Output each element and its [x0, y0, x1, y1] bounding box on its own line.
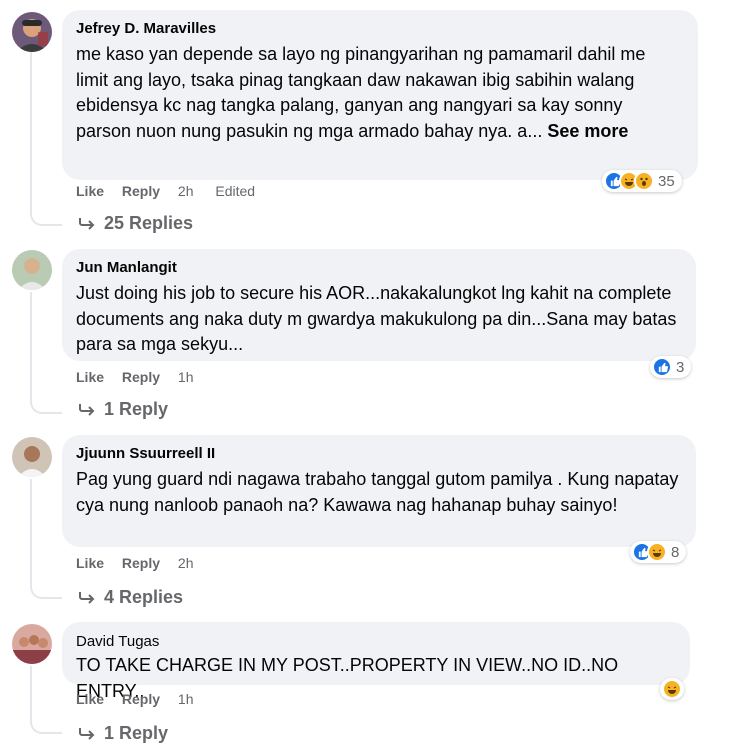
comment-text: Just doing his job to secure his AOR...n…: [76, 283, 677, 354]
reaction-count: 35: [658, 172, 675, 190]
reply-button[interactable]: Reply: [122, 555, 160, 571]
replies-label: 4 Replies: [104, 587, 184, 607]
reply-button[interactable]: Reply: [122, 691, 160, 707]
comment-text: me kaso yan depende sa layo ng pinangyar…: [76, 42, 682, 144]
reaction-summary[interactable]: 35: [602, 170, 682, 192]
avatar[interactable]: [12, 12, 52, 52]
see-more-link[interactable]: See more: [547, 121, 628, 141]
replies-label: 1 Reply: [104, 723, 169, 743]
avatar[interactable]: [12, 250, 52, 290]
comment-author[interactable]: Jun Manlangit: [76, 258, 680, 278]
reaction-count: 3: [676, 358, 685, 376]
comment-timestamp[interactable]: 1h: [178, 369, 194, 385]
comment-text: Pag yung guard ndi nagawa trabaho tangga…: [76, 469, 679, 515]
avatar-image: [12, 12, 52, 52]
like-button[interactable]: Like: [76, 369, 104, 385]
comment-timestamp[interactable]: 1h: [178, 691, 194, 707]
view-replies-button[interactable]: 1 Reply: [78, 722, 168, 744]
comment-actions: Like Reply 1h: [76, 368, 212, 386]
avatar-image: [12, 624, 52, 664]
like-reaction-icon: [652, 357, 672, 377]
reply-thread-line: [30, 666, 62, 734]
like-button[interactable]: Like: [76, 183, 104, 199]
view-replies-button[interactable]: 25 Replies: [78, 212, 193, 234]
replies-label: 1 Reply: [104, 399, 169, 419]
avatar[interactable]: [12, 437, 52, 477]
reply-arrow-icon: [79, 218, 95, 230]
avatar[interactable]: [12, 624, 52, 664]
view-replies-button[interactable]: 1 Reply: [78, 398, 168, 420]
comment-author[interactable]: David Tugas: [76, 632, 674, 652]
comment-actions: Like Reply 2h Edited: [76, 182, 255, 200]
view-replies-button[interactable]: 4 Replies: [78, 586, 183, 608]
reaction-summary[interactable]: 8: [630, 541, 687, 563]
edited-label: Edited: [215, 183, 256, 199]
haha-reaction-icon: [647, 542, 667, 562]
comment-bubble: Jjuunn Ssuurreell II Pag yung guard ndi …: [62, 435, 696, 547]
reply-thread-line: [30, 292, 62, 414]
comment-actions: Like Reply 2h: [76, 554, 212, 572]
comment-bubble: Jefrey D. Maravilles me kaso yan depende…: [62, 10, 698, 180]
reply-button[interactable]: Reply: [122, 369, 160, 385]
like-button[interactable]: Like: [76, 555, 104, 571]
reply-arrow-icon: [79, 404, 95, 416]
haha-reaction-icon: [662, 679, 682, 699]
comment-bubble: David Tugas TO TAKE CHARGE IN MY POST..P…: [62, 622, 690, 701]
comment-author[interactable]: Jefrey D. Maravilles: [76, 19, 682, 39]
replies-label: 25 Replies: [104, 213, 194, 233]
reply-button[interactable]: Reply: [122, 183, 160, 199]
comment-actions: Like Reply 1h: [76, 690, 212, 708]
wow-reaction-icon: [634, 171, 654, 191]
avatar-image: [12, 250, 52, 290]
comment-bubble: Jun Manlangit Just doing his job to secu…: [62, 249, 696, 361]
reply-thread-line: [30, 52, 62, 226]
avatar-image: [12, 437, 52, 477]
comment-timestamp[interactable]: 2h: [178, 183, 194, 199]
reaction-summary[interactable]: 3: [650, 356, 692, 378]
like-button[interactable]: Like: [76, 691, 104, 707]
reply-thread-line: [30, 479, 62, 599]
reaction-summary[interactable]: [660, 678, 684, 700]
reply-arrow-icon: [79, 592, 95, 604]
reply-arrow-icon: [79, 728, 95, 740]
comment-timestamp[interactable]: 2h: [178, 555, 194, 571]
comment-author[interactable]: Jjuunn Ssuurreell II: [76, 444, 680, 464]
reaction-count: 8: [671, 543, 680, 561]
